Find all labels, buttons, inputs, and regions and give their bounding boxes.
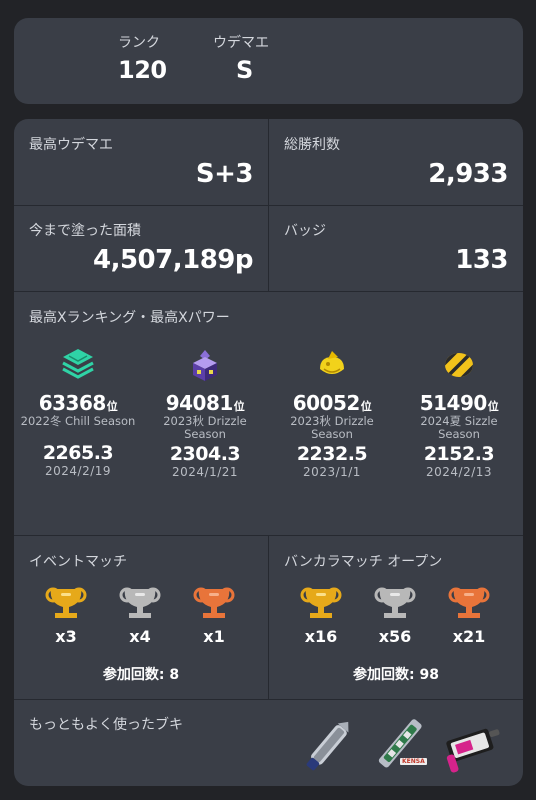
xranking-entry: 60052位 2023秋 Drizzle Season 2232.5 2023/… [273, 345, 391, 479]
silver-trophy-icon [119, 587, 161, 618]
weapons-title: もっともよく使ったブキ [29, 717, 183, 733]
udemae-value: S [236, 56, 253, 84]
xrank-season: 2023秋 Drizzle Season [290, 414, 374, 441]
gold-trophy: x16 [291, 585, 351, 646]
gold-trophy-icon [45, 587, 87, 618]
yellow-clam-icon [273, 345, 391, 385]
chainsaw-weapon-icon [299, 714, 363, 778]
xranking-title: 最高Xランキング・最高Xパワー [29, 310, 230, 326]
xrank-season: 2023秋 Drizzle Season [163, 414, 247, 441]
silver-trophy: x56 [365, 585, 425, 646]
bankara-participation: 参加回数: 98 [353, 667, 439, 683]
paint-label: 今まで塗った面積 [29, 223, 141, 239]
gold-trophy-icon [300, 587, 342, 618]
xrank-value: 94081 [165, 391, 234, 415]
rank-value: 120 [118, 56, 167, 84]
bronze-trophy-icon [448, 587, 490, 618]
green-stack-icon [19, 345, 137, 385]
event-match-title: イベントマッチ [29, 554, 127, 570]
silver-count: x56 [378, 627, 412, 646]
xpower-value: 2265.3 [42, 442, 114, 464]
stats-card: 最高ウデマエ S+3 総勝利数 2,933 今まで塗った面積 4,507,189… [14, 119, 523, 786]
silver-count: x4 [129, 627, 151, 646]
xpower-value: 2232.5 [296, 443, 368, 465]
bankara-open-title: バンカラマッチ オープン [284, 554, 443, 570]
xpower-date: 2024/2/19 [44, 464, 112, 478]
xranking-entry: 63368位 2022冬 Chill Season 2265.3 2024/2/… [19, 345, 137, 478]
splatling-weapon-icon: KENSA [369, 714, 433, 778]
gold-count: x16 [304, 627, 338, 646]
paint-value: 4,507,189p [92, 245, 254, 275]
wins-value: 2,933 [428, 159, 508, 189]
xrank-season: 2022冬 Chill Season [20, 414, 136, 428]
udemae-label: ウデマエ [213, 35, 269, 51]
wins-label: 総勝利数 [284, 137, 340, 153]
event-participation: 参加回数: 8 [102, 667, 180, 683]
bronze-trophy: x1 [184, 585, 244, 646]
max-udemae-value: S+3 [195, 159, 254, 189]
brand-tag: KENSA [400, 758, 427, 765]
xrank-value: 60052 [292, 391, 361, 415]
silver-trophy: x4 [110, 585, 170, 646]
gold-count: x3 [55, 627, 77, 646]
gold-trophy: x3 [36, 585, 96, 646]
purple-tower-icon [146, 345, 264, 385]
xpower-value: 2152.3 [423, 443, 495, 465]
xranking-entry: 94081位 2023秋 Drizzle Season 2304.3 2024/… [146, 345, 264, 479]
yellow-striped-ball-icon [400, 345, 518, 385]
profile-card: ランク 120 ウデマエ S [14, 18, 523, 104]
xpower-date: 2024/2/13 [425, 465, 493, 479]
xrank-value: 51490 [419, 391, 488, 415]
xpower-date: 2023/1/1 [303, 465, 361, 479]
bronze-trophy: x21 [439, 585, 499, 646]
rank-label: ランク [118, 35, 160, 51]
bronze-count: x1 [203, 627, 225, 646]
bronze-count: x21 [452, 627, 486, 646]
badge-label: バッジ [284, 223, 326, 239]
xrank-value: 63368 [38, 391, 107, 415]
badge-value: 133 [455, 245, 508, 275]
silver-trophy-icon [374, 587, 416, 618]
brush-weapon-icon [442, 717, 506, 777]
bronze-trophy-icon [193, 587, 235, 618]
xranking-entry: 51490位 2024夏 Sizzle Season 2152.3 2024/2… [400, 345, 518, 479]
xpower-date: 2024/1/21 [171, 465, 239, 479]
xrank-season: 2024夏 Sizzle Season [420, 414, 498, 441]
xpower-value: 2304.3 [169, 443, 241, 465]
max-udemae-label: 最高ウデマエ [29, 137, 113, 153]
